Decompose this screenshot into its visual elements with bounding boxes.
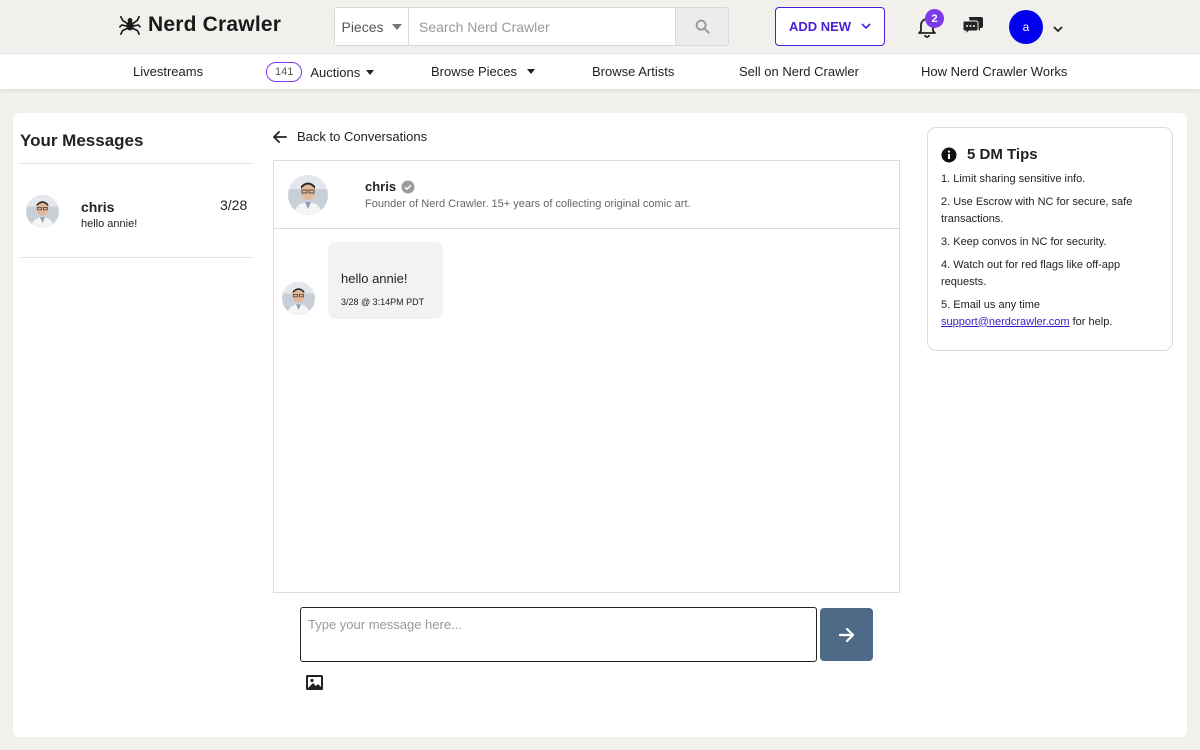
user-menu-toggle[interactable] bbox=[1053, 20, 1063, 38]
back-link-label: Back to Conversations bbox=[297, 129, 428, 144]
divider bbox=[20, 257, 253, 258]
thread-header: chris Founder of Nerd Crawler. 15+ years… bbox=[274, 161, 899, 229]
tip-item-email: 5. Email us any time support@nerdcrawler… bbox=[941, 297, 1163, 330]
dm-tips-panel: 5 DM Tips 1. Limit sharing sensitive inf… bbox=[927, 127, 1173, 351]
messages-title: Your Messages bbox=[20, 131, 144, 150]
nav-browse-pieces[interactable]: Browse Pieces bbox=[431, 64, 535, 79]
conversation-name: chris bbox=[81, 199, 115, 215]
arrow-right-icon bbox=[838, 627, 854, 642]
attach-image-button[interactable] bbox=[305, 674, 324, 696]
top-header: Nerd Crawler Pieces ADD NEW 2 bbox=[0, 0, 1200, 53]
search-icon bbox=[695, 19, 710, 34]
image-icon bbox=[306, 675, 323, 690]
main-nav: Livestreams 141 Auctions Browse Pieces B… bbox=[0, 53, 1200, 89]
add-new-button[interactable]: ADD NEW bbox=[775, 7, 885, 46]
back-to-conversations-link[interactable]: Back to Conversations bbox=[273, 129, 427, 144]
tips-title: 5 DM Tips bbox=[967, 146, 1038, 163]
chevron-down-icon bbox=[1053, 26, 1063, 33]
tip-item: 5. Email us any time bbox=[941, 299, 1041, 311]
spider-icon bbox=[119, 15, 141, 35]
nav-sell-label: Sell on Nerd Crawler bbox=[739, 64, 859, 79]
tip-item: 2. Use Escrow with NC for secure, safe t… bbox=[941, 196, 1133, 225]
tip-suffix: for help. bbox=[1069, 315, 1113, 328]
messages-button[interactable] bbox=[962, 15, 984, 40]
user-avatar[interactable]: a bbox=[1009, 10, 1043, 44]
nav-auctions[interactable]: 141 Auctions bbox=[266, 62, 375, 82]
tip-item: 4. Watch out for red flags like off-app … bbox=[941, 259, 1121, 288]
conversation-thread: chris Founder of Nerd Crawler. 15+ years… bbox=[273, 160, 900, 593]
message-input[interactable] bbox=[300, 607, 817, 662]
nav-sell[interactable]: Sell on Nerd Crawler bbox=[739, 64, 859, 79]
nav-browse-artists[interactable]: Browse Artists bbox=[592, 64, 674, 79]
thread-contact-name: chris bbox=[365, 179, 397, 194]
search-category-value: Pieces bbox=[341, 18, 384, 35]
conversation-preview: hello annie! bbox=[81, 218, 138, 230]
message-timestamp: 3/28 @ 3:14PM PDT bbox=[341, 297, 425, 307]
nav-browse-pieces-label: Browse Pieces bbox=[431, 64, 517, 79]
search-input[interactable] bbox=[409, 8, 675, 45]
message-bubble: hello annie! 3/28 @ 3:14PM PDT bbox=[328, 242, 443, 319]
add-new-label: ADD NEW bbox=[788, 19, 852, 34]
caret-down-icon bbox=[526, 69, 535, 74]
thread-contact-bio: Founder of Nerd Crawler. 15+ years of co… bbox=[365, 198, 691, 210]
brand-name: Nerd Crawler bbox=[148, 13, 282, 36]
info-icon bbox=[941, 147, 957, 162]
search-bar: Pieces bbox=[334, 7, 729, 46]
caret-down-icon bbox=[366, 69, 375, 75]
send-message-button[interactable] bbox=[820, 608, 873, 661]
message-sender-avatar bbox=[282, 282, 315, 315]
nav-how-it-works-label: How Nerd Crawler Works bbox=[921, 64, 1068, 79]
contact-avatar bbox=[26, 195, 59, 228]
caret-down-icon bbox=[391, 23, 402, 30]
thread-contact-name-row: chris bbox=[365, 179, 415, 194]
chat-bubbles-icon bbox=[962, 17, 983, 36]
support-email-link[interactable]: support@nerdcrawler.com bbox=[941, 316, 1070, 328]
tip-item: 3. Keep convos in NC for security. bbox=[941, 236, 1107, 248]
nav-livestreams[interactable]: Livestreams bbox=[133, 64, 203, 79]
nav-livestreams-label: Livestreams bbox=[133, 64, 204, 79]
auctions-count-badge: 141 bbox=[266, 62, 303, 82]
contact-avatar bbox=[288, 175, 328, 215]
tip-item: 1. Limit sharing sensitive info. bbox=[941, 173, 1086, 185]
tips-title-row: 5 DM Tips bbox=[941, 146, 1038, 163]
verified-badge-icon bbox=[401, 180, 415, 193]
conversation-item[interactable]: chris 3/28 hello annie! bbox=[20, 164, 253, 257]
chevron-down-icon bbox=[861, 23, 871, 30]
nav-auctions-label: Auctions bbox=[310, 64, 361, 80]
notification-count-badge: 2 bbox=[925, 9, 944, 28]
conversation-date: 3/28 bbox=[220, 197, 248, 213]
arrow-left-icon bbox=[273, 130, 287, 143]
search-category-select[interactable]: Pieces bbox=[335, 8, 409, 45]
search-button[interactable] bbox=[675, 8, 728, 45]
brand-logo[interactable]: Nerd Crawler bbox=[119, 13, 281, 37]
message-text: hello annie! bbox=[341, 271, 408, 286]
nav-how-it-works[interactable]: How Nerd Crawler Works bbox=[921, 64, 1067, 79]
nav-browse-artists-label: Browse Artists bbox=[592, 64, 675, 79]
